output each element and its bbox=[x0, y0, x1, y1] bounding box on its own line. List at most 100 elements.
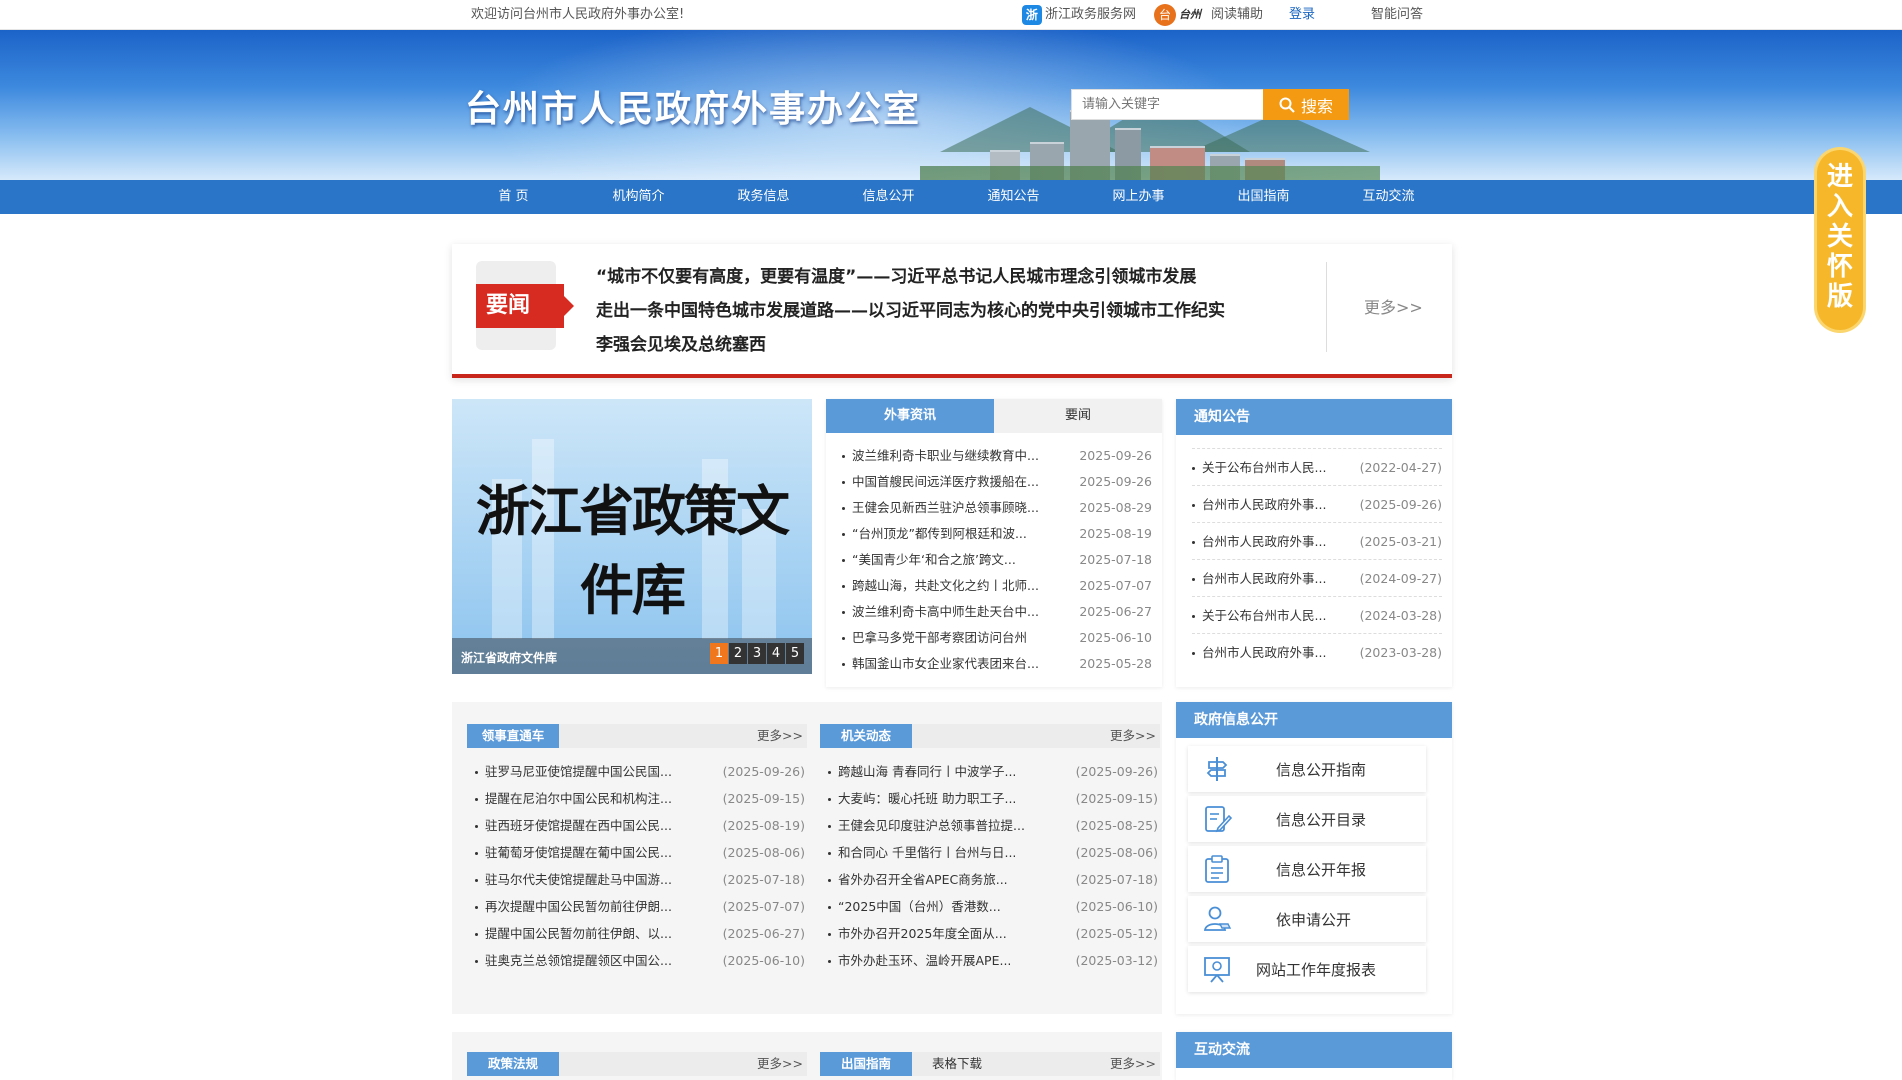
agency-label[interactable]: 机关动态 bbox=[820, 724, 912, 748]
carousel-headline: 浙江省政策文件库 bbox=[476, 479, 790, 622]
list-item[interactable]: 大麦屿：暖心托班 助力职工子... (2025-09-15) bbox=[828, 785, 1158, 812]
tabbed-news-panel: 外事资讯 要闻 波兰维利奇卡职业与继续教育中... 2025-09-26 中国首艘… bbox=[826, 399, 1162, 687]
carousel-caption: 浙江省政府文件库 bbox=[461, 651, 558, 665]
care-mode-button[interactable]: 进入关怀版 bbox=[1817, 150, 1863, 330]
main-nav: 首 页 机构简介 政务信息 信息公开 通知公告 网上办事 出国指南 互动交流 bbox=[0, 180, 1902, 214]
abroad-more-link[interactable]: 更多>> bbox=[1110, 1052, 1156, 1076]
list-item[interactable]: 波兰维利奇卡职业与继续教育中... 2025-09-26 bbox=[842, 443, 1152, 469]
reading-aid-link[interactable]: 阅读辅助 bbox=[1211, 0, 1263, 30]
list-item[interactable]: 驻罗马尼亚使馆提醒中国公民国... (2025-09-26) bbox=[475, 758, 805, 785]
nav-notices[interactable]: 通知公告 bbox=[951, 180, 1076, 214]
foreign-affairs-list: 波兰维利奇卡职业与继续教育中... 2025-09-26 中国首艘民间远洋医疗救援… bbox=[842, 443, 1152, 677]
taizhou-logo: 台 台州 bbox=[1153, 0, 1211, 30]
nav-interaction[interactable]: 互动交流 bbox=[1326, 180, 1451, 214]
list-item[interactable]: 驻西班牙使馆提醒在西中国公民... (2025-08-19) bbox=[475, 812, 805, 839]
list-item[interactable]: 跨越山海 青春同行丨中波学子... (2025-09-26) bbox=[828, 758, 1158, 785]
list-item[interactable]: 台州市人民政府外事... (2025-03-21) bbox=[1192, 523, 1442, 560]
list-item[interactable]: 跨越山海，共赴文化之约丨北师... 2025-07-07 bbox=[842, 573, 1152, 599]
interaction-panel: 互动交流 bbox=[1176, 1032, 1452, 1080]
search-icon bbox=[1279, 97, 1295, 113]
taizhou-logo-icon: 台 bbox=[1153, 4, 1176, 26]
list-item[interactable]: 台州市人民政府外事...(2022-05-20) bbox=[1192, 437, 1442, 449]
nav-online-service[interactable]: 网上办事 bbox=[1076, 180, 1201, 214]
list-item[interactable]: 市外办赴玉环、温岭开展APE... (2025-03-12) bbox=[828, 947, 1158, 974]
gov-info-open-header[interactable]: 政府信息公开 bbox=[1176, 702, 1452, 738]
abroad-column: 出国指南 表格下载 更多>> bbox=[820, 1052, 1160, 1076]
nav-abroad-guide[interactable]: 出国指南 bbox=[1201, 180, 1326, 214]
list-item[interactable]: 台州市人民政府外事... (2025-09-26) bbox=[1192, 486, 1442, 523]
consular-more-link[interactable]: 更多>> bbox=[757, 724, 803, 748]
catalog-edit-icon bbox=[1205, 806, 1232, 833]
key-news-panel: 要闻 “城市不仅要有高度，更要有温度”——习近平总书记人民城市理念引领城市发展 … bbox=[452, 244, 1452, 378]
tab-foreign-affairs[interactable]: 外事资讯 bbox=[826, 399, 994, 433]
consular-label[interactable]: 领事直通车 bbox=[467, 724, 559, 748]
list-item[interactable]: “台州顶龙”都传到阿根廷和波... 2025-08-19 bbox=[842, 521, 1152, 547]
carousel-page-2[interactable]: 2 bbox=[729, 643, 747, 664]
notice-panel: 通知公告 台州市人民政府外事...(2022-05-20) 关于公布台州市人民.… bbox=[1176, 399, 1452, 687]
list-item[interactable]: 再次提醒中国公民暂勿前往伊朗... (2025-07-07) bbox=[475, 893, 805, 920]
list-item[interactable]: 驻奥克兰总领馆提醒领区中国公... (2025-06-10) bbox=[475, 947, 805, 974]
notice-list[interactable]: 台州市人民政府外事...(2022-05-20) 关于公布台州市人民...(20… bbox=[1192, 437, 1442, 661]
list-item[interactable]: 巴拿马多党干部考察团访问台州 2025-06-10 bbox=[842, 625, 1152, 651]
gov-open-apply-button[interactable]: 依申请公开 bbox=[1188, 896, 1426, 942]
list-item[interactable]: “2025中国（台州）香港数... (2025-06-10) bbox=[828, 893, 1158, 920]
nav-about[interactable]: 机构简介 bbox=[576, 180, 701, 214]
agency-column: 机关动态 更多>> 跨越山海 青春同行丨中波学子... (2025-09-26) … bbox=[820, 724, 1160, 974]
key-news-more-link[interactable]: 更多>> bbox=[1364, 294, 1423, 318]
carousel-pager: 1 2 3 4 5 bbox=[709, 643, 804, 664]
list-item[interactable]: 台州市人民政府外事... (2024-09-27) bbox=[1192, 560, 1442, 597]
zjzw-logo-icon: 浙 bbox=[1021, 5, 1042, 25]
carousel-page-3[interactable]: 3 bbox=[748, 643, 766, 664]
welcome-text: 欢迎访问台州市人民政府外事办公室! bbox=[471, 7, 685, 22]
news-columns-panel: 领事直通车 更多>> 驻罗马尼亚使馆提醒中国公民国... (2025-09-26)… bbox=[452, 702, 1162, 1014]
list-item[interactable]: 王健会见印度驻沪总领事普拉提... (2025-08-25) bbox=[828, 812, 1158, 839]
list-item[interactable]: 王健会见新西兰驻沪总领事顾晓... 2025-08-29 bbox=[842, 495, 1152, 521]
list-item[interactable]: 驻葡萄牙使馆提醒在葡中国公民... (2025-08-06) bbox=[475, 839, 805, 866]
list-item[interactable]: 台州市人民政府外事... (2023-03-28) bbox=[1192, 634, 1442, 661]
login-link[interactable]: 登录 bbox=[1289, 0, 1315, 30]
list-item[interactable]: 市外办召开2025年度全面从... (2025-05-12) bbox=[828, 920, 1158, 947]
nav-home[interactable]: 首 页 bbox=[451, 180, 576, 214]
list-item[interactable]: 提醒在尼泊尔中国公民和机构注... (2025-09-15) bbox=[475, 785, 805, 812]
list-item[interactable]: 波兰维利奇卡高中师生赴天台中... 2025-06-27 bbox=[842, 599, 1152, 625]
guide-icon bbox=[1206, 757, 1228, 781]
notice-header[interactable]: 通知公告 bbox=[1176, 399, 1452, 435]
nav-info-disclosure[interactable]: 信息公开 bbox=[826, 180, 951, 214]
key-news-item[interactable]: “城市不仅要有高度，更要有温度”——习近平总书记人民城市理念引领城市发展 bbox=[596, 260, 1225, 294]
tab-key-news[interactable]: 要闻 bbox=[994, 399, 1162, 433]
list-item[interactable]: 关于公布台州市人民... (2022-04-27) bbox=[1192, 449, 1442, 486]
list-item[interactable]: 韩国釜山市女企业家代表团来台... 2025-05-28 bbox=[842, 651, 1152, 677]
nav-gov-info[interactable]: 政务信息 bbox=[701, 180, 826, 214]
gov-open-catalog-button[interactable]: 信息公开目录 bbox=[1188, 796, 1426, 842]
key-news-item[interactable]: 李强会见埃及总统塞西 bbox=[596, 328, 1225, 362]
gov-open-annual-report-button[interactable]: 信息公开年报 bbox=[1188, 846, 1426, 892]
agency-more-link[interactable]: 更多>> bbox=[1110, 724, 1156, 748]
image-carousel[interactable]: 浙江省政策文件库 浙江省政府文件库 1 2 3 4 5 bbox=[452, 399, 812, 674]
smart-qa-link[interactable]: 智能问答 bbox=[1371, 0, 1423, 30]
form-download-tab[interactable]: 表格下载 bbox=[932, 1052, 982, 1076]
list-item[interactable]: 省外办召开全省APEC商务旅... (2025-07-18) bbox=[828, 866, 1158, 893]
interaction-header[interactable]: 互动交流 bbox=[1176, 1032, 1452, 1068]
zjzw-link[interactable]: 浙 浙江政务服务网 bbox=[1021, 0, 1136, 30]
carousel-page-4[interactable]: 4 bbox=[767, 643, 785, 664]
list-item[interactable]: 关于公布台州市人民... (2024-03-28) bbox=[1192, 597, 1442, 634]
carousel-caption-bar: 浙江省政府文件库 1 2 3 4 5 bbox=[452, 638, 812, 674]
list-item[interactable]: 驻马尔代夫使馆提醒赴马中国游... (2025-07-18) bbox=[475, 866, 805, 893]
website-annual-report-button[interactable]: 网站工作年度报表 bbox=[1188, 946, 1426, 992]
search-input[interactable] bbox=[1071, 89, 1263, 120]
search-button[interactable]: 搜索 bbox=[1263, 89, 1349, 120]
key-news-badge: 要闻 bbox=[476, 284, 574, 328]
list-item[interactable]: “美国青少年‘和合之旅’跨文... 2025-07-18 bbox=[842, 547, 1152, 573]
list-item[interactable]: 和合同心 千里偕行丨台州与日... (2025-08-06) bbox=[828, 839, 1158, 866]
policy-label[interactable]: 政策法规 bbox=[467, 1052, 559, 1076]
policy-more-link[interactable]: 更多>> bbox=[757, 1052, 803, 1076]
carousel-page-1[interactable]: 1 bbox=[710, 643, 728, 664]
list-item[interactable]: 中国首艘民间远洋医疗救援船在... 2025-09-26 bbox=[842, 469, 1152, 495]
list-item[interactable]: 提醒中国公民暂勿前往伊朗、以... (2025-06-27) bbox=[475, 920, 805, 947]
abroad-guide-label[interactable]: 出国指南 bbox=[820, 1052, 912, 1076]
carousel-page-5[interactable]: 5 bbox=[786, 643, 804, 664]
key-news-item[interactable]: 走出一条中国特色城市发展道路——以习近平同志为核心的党中央引领城市工作纪实 bbox=[596, 294, 1225, 328]
search-bar: 搜索 bbox=[1071, 89, 1349, 120]
user-apply-icon bbox=[1203, 906, 1232, 931]
gov-open-guide-button[interactable]: 信息公开指南 bbox=[1188, 746, 1426, 792]
